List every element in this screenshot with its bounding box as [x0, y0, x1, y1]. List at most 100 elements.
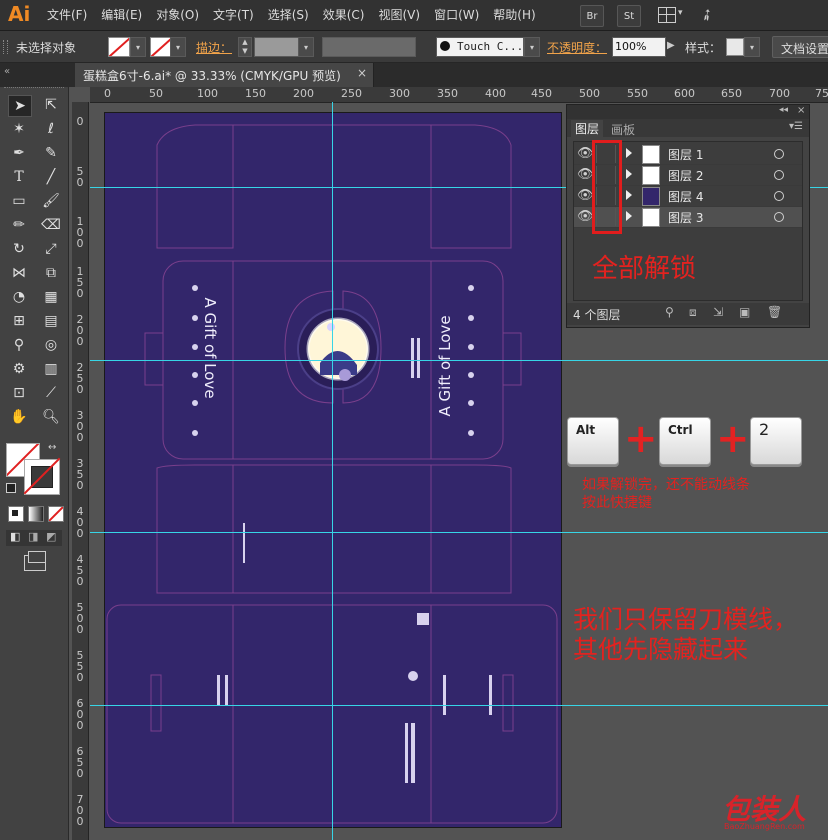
rotate-tool-icon[interactable]: ↻: [8, 239, 30, 259]
stock-button[interactable]: St: [617, 5, 641, 27]
menu-object[interactable]: 对象(O): [149, 0, 206, 30]
slice-tool-icon[interactable]: ⟋: [40, 383, 62, 403]
layer-target-icon[interactable]: [774, 170, 784, 180]
column-graph-tool-icon[interactable]: ▥: [40, 359, 62, 379]
expand-arrow-icon[interactable]: [626, 169, 632, 179]
bridge-button[interactable]: Br: [580, 5, 604, 27]
blend-tool-icon[interactable]: ◎: [40, 335, 62, 355]
menu-view[interactable]: 视图(V): [371, 0, 427, 30]
screen-mode-icon[interactable]: [24, 551, 46, 571]
style-dropdown[interactable]: ▾: [744, 37, 760, 57]
lasso-tool-icon[interactable]: ℓ: [40, 119, 62, 139]
symbol-sprayer-tool-icon[interactable]: ⚙: [8, 359, 30, 379]
brush-dropdown[interactable]: ▾: [524, 37, 540, 57]
pencil-tool-icon[interactable]: ✏: [8, 215, 30, 235]
layer-target-icon[interactable]: [774, 191, 784, 201]
tab-artboards[interactable]: 画板: [611, 121, 635, 138]
draw-normal-icon[interactable]: ◧: [10, 530, 20, 543]
perspective-grid-tool-icon[interactable]: ▦: [40, 287, 62, 307]
stroke-weight-field[interactable]: [254, 37, 300, 57]
guide-line[interactable]: [332, 102, 333, 840]
hand-tool-icon[interactable]: ✋: [8, 407, 30, 427]
vertical-ruler[interactable]: 0 5 0 1 0 0 1 5 0 2 0 0 2 5 0 3 0 0 3 5 …: [72, 102, 89, 840]
zoom-tool-icon[interactable]: 🔍︎: [40, 407, 62, 427]
pen-tool-icon[interactable]: ✒: [8, 143, 30, 163]
shape-builder-tool-icon[interactable]: ◔: [8, 287, 30, 307]
close-panel-icon[interactable]: ×: [797, 105, 805, 116]
horizontal-ruler[interactable]: 0 50 100 150 200 250 300 350 400 450 500…: [90, 87, 828, 103]
stroke-label[interactable]: 描边：: [196, 39, 232, 56]
artboard-tool-icon[interactable]: ⊡: [8, 383, 30, 403]
new-layer-icon[interactable]: ▣: [739, 305, 750, 319]
collapse-toolbar-icon[interactable]: «: [4, 66, 10, 77]
magic-wand-tool-icon[interactable]: ✶: [8, 119, 30, 139]
menu-file[interactable]: 文件(F): [40, 0, 94, 30]
collapse-panel-icon[interactable]: ◂◂: [779, 105, 788, 115]
draw-behind-icon[interactable]: ◨: [28, 530, 38, 543]
paintbrush-tool-icon[interactable]: 🖌: [40, 191, 62, 211]
close-tab-icon[interactable]: ×: [357, 66, 367, 80]
expand-arrow-icon[interactable]: [626, 148, 632, 158]
opacity-label[interactable]: 不透明度：: [547, 39, 607, 56]
stroke-weight-stepper[interactable]: ▲ ▼: [238, 37, 252, 57]
layer-name[interactable]: 图层 2: [668, 167, 703, 184]
menu-help[interactable]: 帮助(H): [486, 0, 542, 30]
expand-arrow-icon[interactable]: [626, 190, 632, 200]
fill-dropdown[interactable]: ▾: [130, 37, 146, 57]
guide-line[interactable]: [90, 360, 828, 361]
scale-tool-icon[interactable]: ⤢: [40, 239, 62, 259]
free-transform-tool-icon[interactable]: ⧉: [40, 263, 62, 283]
opacity-field[interactable]: 100%: [612, 37, 666, 57]
rocket-icon[interactable]: ➶: [696, 3, 718, 26]
direct-selection-tool-icon[interactable]: ⇱: [40, 95, 62, 115]
color-mode-icon[interactable]: [8, 506, 24, 522]
menu-type[interactable]: 文字(T): [206, 0, 261, 30]
none-mode-icon[interactable]: [48, 506, 64, 522]
tab-layers[interactable]: 图层: [571, 120, 604, 137]
menu-effect[interactable]: 效果(C): [316, 0, 372, 30]
layer-name[interactable]: 图层 3: [668, 209, 703, 226]
brush-definition-field[interactable]: Touch C...: [436, 37, 524, 57]
draw-inside-icon[interactable]: ◩: [46, 530, 56, 543]
stroke-swatch[interactable]: [150, 37, 172, 57]
layer-name[interactable]: 图层 4: [668, 188, 703, 205]
eyedropper-tool-icon[interactable]: ⚲: [8, 335, 30, 355]
document-setup-button[interactable]: 文档设置: [772, 36, 828, 58]
new-sublayer-icon[interactable]: ⇲: [713, 305, 723, 319]
clipping-mask-icon[interactable]: ⧈: [689, 305, 697, 320]
menu-edit[interactable]: 编辑(E): [94, 0, 149, 30]
menu-window[interactable]: 窗口(W): [427, 0, 486, 30]
eraser-tool-icon[interactable]: ⌫: [40, 215, 62, 235]
default-colors-icon[interactable]: [6, 483, 16, 493]
curvature-tool-icon[interactable]: ✎: [40, 143, 62, 163]
fill-swatch[interactable]: [108, 37, 130, 57]
type-tool-icon[interactable]: T: [8, 167, 30, 187]
swap-colors-icon[interactable]: ↔: [48, 442, 56, 453]
selection-tool-icon[interactable]: ➤: [8, 95, 32, 117]
locate-object-icon[interactable]: ⚲: [665, 305, 674, 319]
menu-select[interactable]: 选择(S): [261, 0, 316, 30]
mesh-tool-icon[interactable]: ⊞: [8, 311, 30, 331]
gradient-tool-icon[interactable]: ▤: [40, 311, 62, 331]
stroke-color-box[interactable]: [23, 457, 61, 495]
guide-line[interactable]: [90, 532, 828, 533]
layer-target-icon[interactable]: [774, 149, 784, 159]
gradient-mode-icon[interactable]: [28, 506, 44, 522]
panel-menu-icon[interactable]: ▾☰: [789, 121, 803, 132]
graphic-style-swatch[interactable]: [726, 38, 744, 56]
layer-name[interactable]: 图层 1: [668, 146, 703, 163]
arrange-documents-icon[interactable]: [658, 7, 676, 23]
expand-arrow-icon[interactable]: [626, 211, 632, 221]
tab-document[interactable]: 蛋糕盒6寸-6.ai* @ 33.33% (CMYK/GPU 预览) ×: [75, 63, 374, 87]
stroke-dropdown[interactable]: ▾: [170, 37, 186, 57]
stroke-weight-dropdown[interactable]: ▾: [298, 37, 314, 57]
opacity-arrow-icon[interactable]: ▶: [667, 40, 675, 51]
width-tool-icon[interactable]: ⋈: [8, 263, 30, 283]
rectangle-tool-icon[interactable]: ▭: [8, 191, 30, 211]
variable-width-profile[interactable]: [322, 37, 416, 57]
line-segment-tool-icon[interactable]: ╱: [40, 167, 62, 187]
delete-layer-icon[interactable]: 🗑︎: [767, 305, 782, 319]
arrange-dropdown-icon[interactable]: ▾: [678, 8, 683, 18]
layer-target-icon[interactable]: [774, 212, 784, 222]
guide-line[interactable]: [90, 705, 828, 706]
